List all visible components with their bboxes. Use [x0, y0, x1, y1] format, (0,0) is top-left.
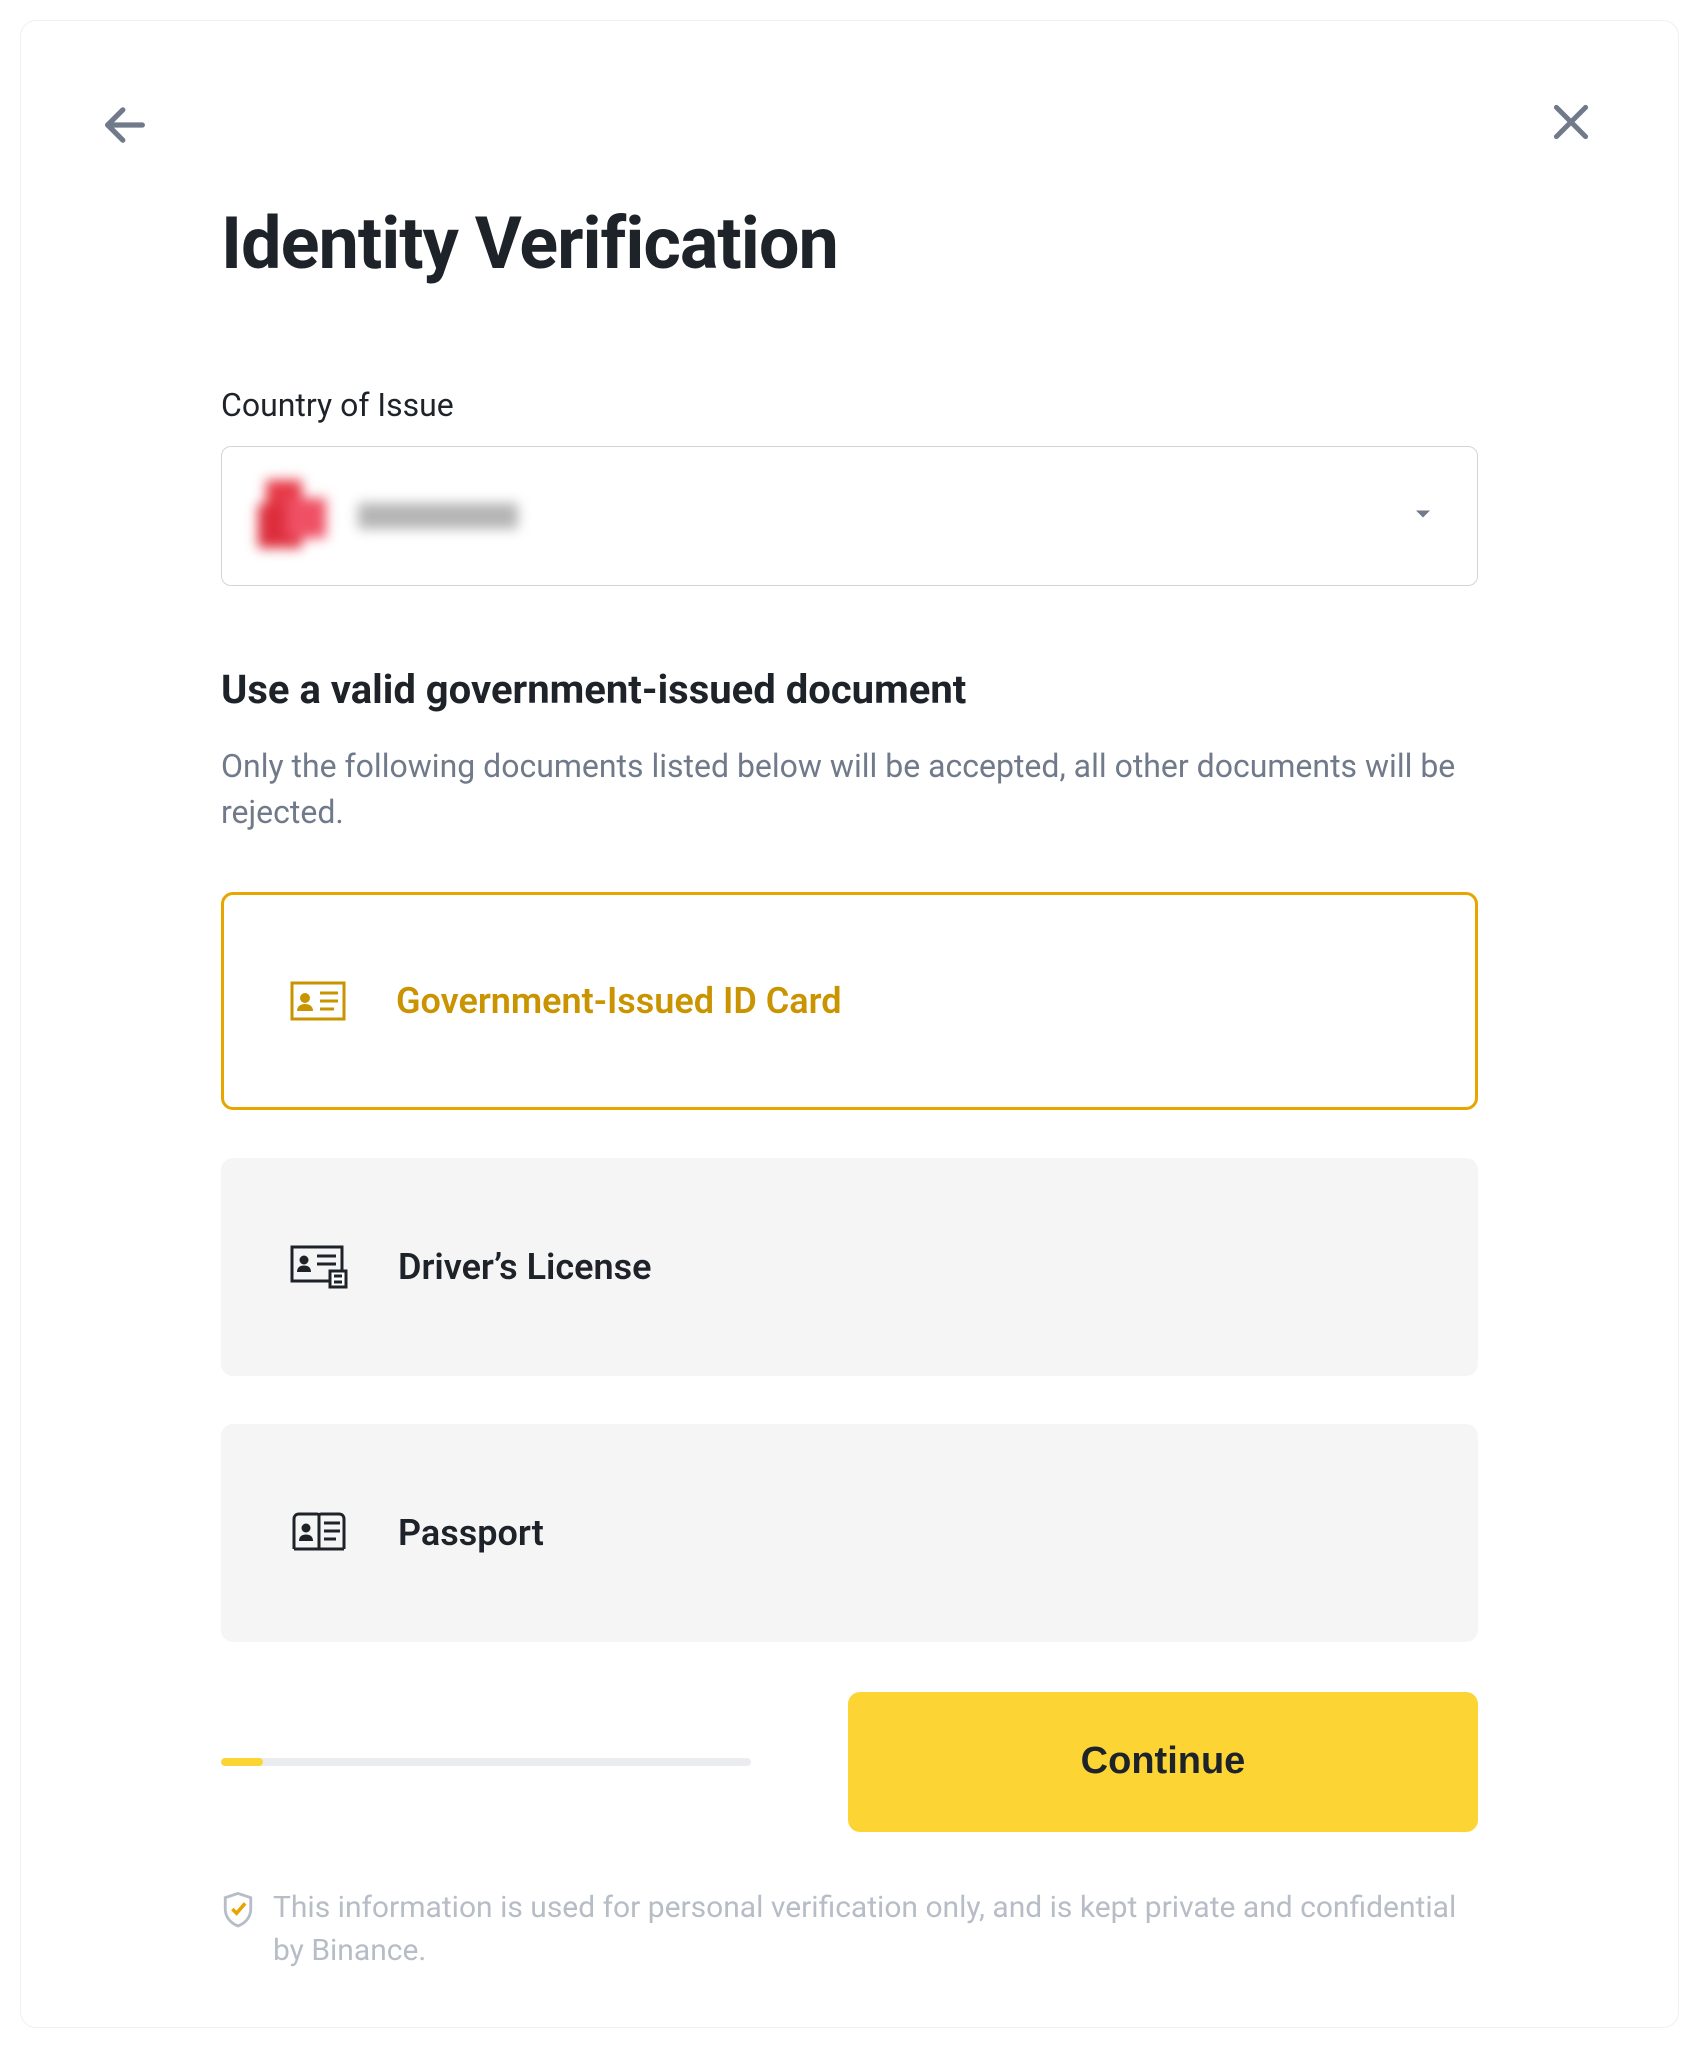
doc-option-label: Driver’s License	[398, 1246, 652, 1288]
country-select[interactable]	[221, 446, 1478, 586]
chevron-down-icon	[1409, 500, 1437, 532]
doc-option-passport[interactable]: Passport	[221, 1424, 1478, 1642]
country-name-redacted	[358, 503, 518, 529]
shield-check-icon	[221, 1890, 255, 1928]
passport-icon	[290, 1511, 348, 1555]
country-label: Country of Issue	[221, 386, 1478, 424]
identity-verification-modal: Identity Verification Country of Issue U…	[20, 20, 1679, 2028]
progress-fill	[221, 1758, 263, 1766]
document-section-helper: Only the following documents listed belo…	[221, 743, 1478, 836]
arrow-left-icon	[99, 99, 151, 151]
id-card-icon	[290, 981, 346, 1021]
document-section-subtitle: Use a valid government-issued document	[221, 666, 1478, 713]
continue-button[interactable]: Continue	[848, 1692, 1478, 1832]
country-flag-icon	[258, 480, 330, 552]
footer-row: Continue	[221, 1692, 1478, 1832]
doc-option-label: Government-Issued ID Card	[396, 980, 842, 1022]
doc-option-id-card[interactable]: Government-Issued ID Card	[221, 892, 1478, 1110]
close-icon	[1546, 97, 1596, 147]
doc-option-label: Passport	[398, 1512, 544, 1554]
doc-option-drivers-license[interactable]: Driver’s License	[221, 1158, 1478, 1376]
progress-bar	[221, 1758, 751, 1766]
disclaimer: This information is used for personal ve…	[221, 1886, 1478, 1973]
page-title: Identity Verification	[221, 201, 1478, 286]
back-button[interactable]	[99, 99, 151, 155]
close-button[interactable]	[1546, 97, 1596, 151]
drivers-license-icon	[290, 1245, 348, 1289]
disclaimer-text: This information is used for personal ve…	[273, 1886, 1478, 1973]
